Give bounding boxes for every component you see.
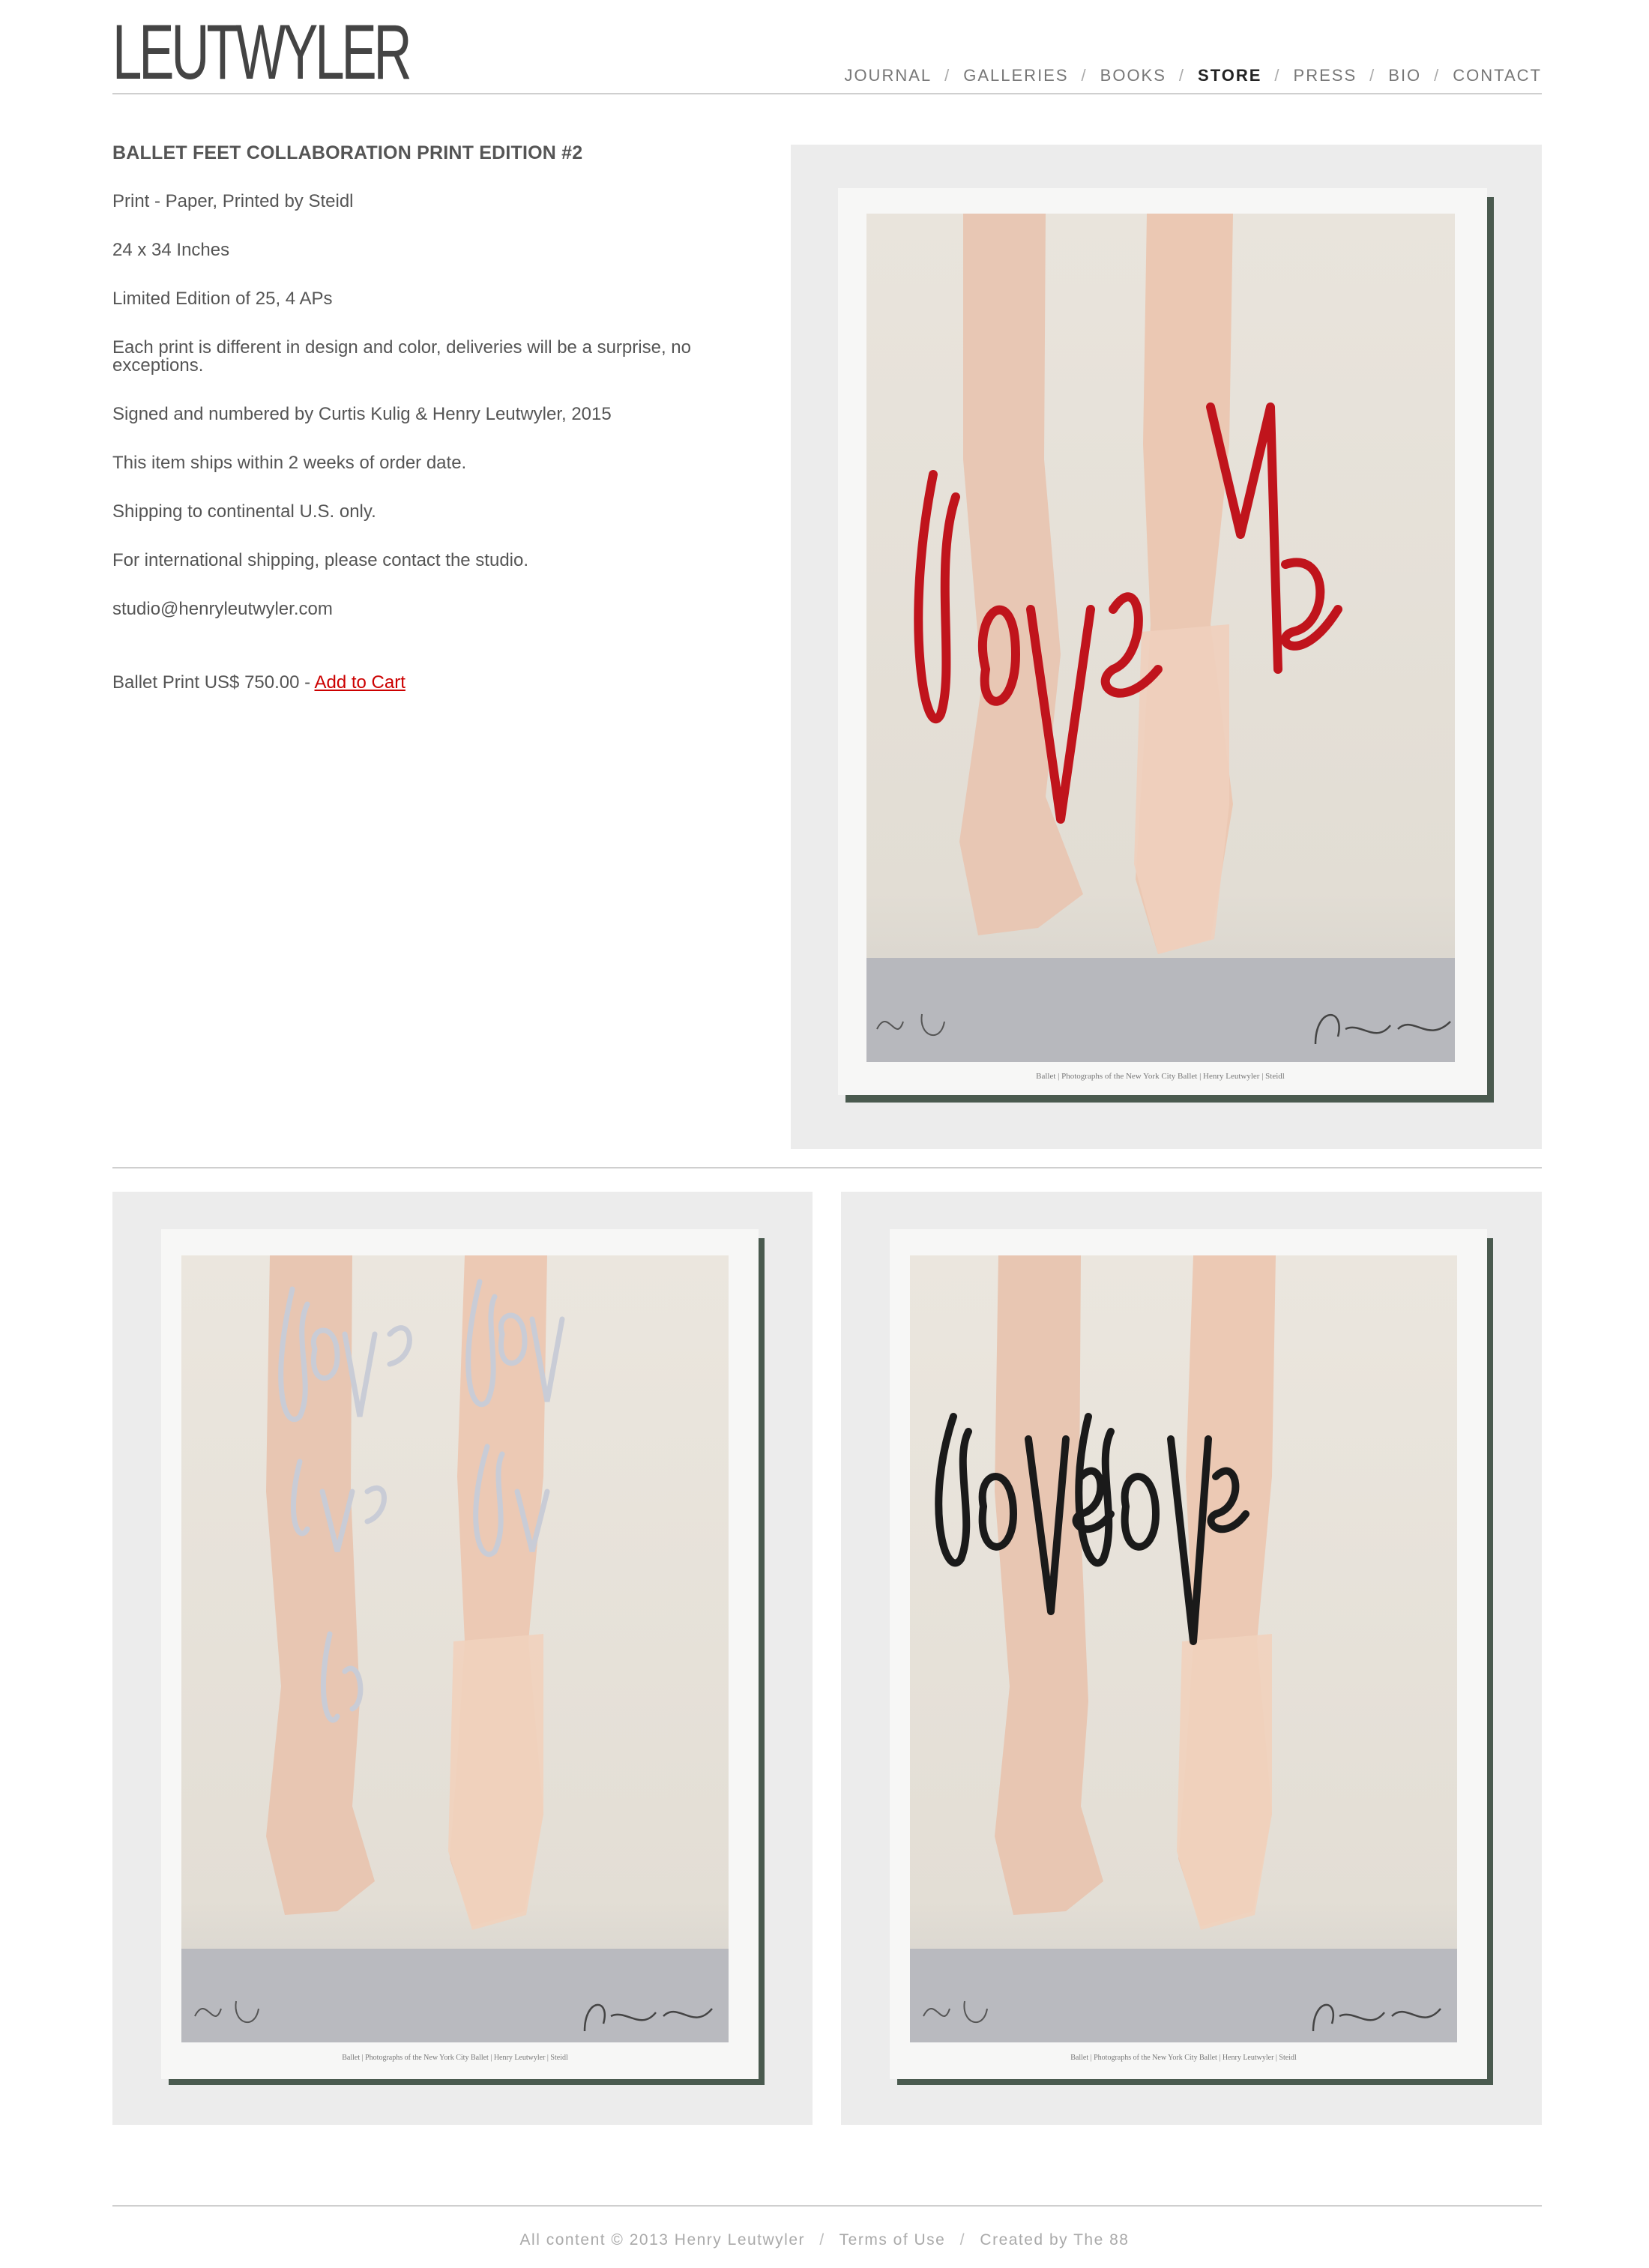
studio-email[interactable]: studio@henryleutwyler.com [112, 600, 772, 618]
print-caption: Ballet | Photographs of the New York Cit… [1070, 2054, 1297, 2062]
footer-separator: / [819, 2231, 825, 2249]
nav-contact[interactable]: CONTACT [1453, 66, 1542, 85]
product-detail: Limited Edition of 25, 4 APs [112, 289, 333, 309]
product-info: BALLET FEET COLLABORATION PRINT EDITION … [112, 142, 772, 693]
nav-separator: / [1369, 66, 1376, 85]
nav-press[interactable]: PRESS [1294, 66, 1357, 85]
price-line: Ballet Print US$ 750.00 - Add to Cart [112, 672, 772, 693]
header-divider [112, 93, 1542, 94]
product-detail: 24 x 34 Inches [112, 240, 230, 260]
site-footer: All content © 2013 Henry Leutwyler / Ter… [0, 2231, 1649, 2249]
ballet-print-black-image[interactable]: Ballet | Photographs of the New York Cit… [841, 1192, 1542, 2125]
product-detail: Shipping to continental U.S. only. [112, 501, 376, 522]
main-nav: JOURNAL / GALLERIES / BOOKS / STORE / PR… [844, 66, 1542, 85]
section-divider [112, 1167, 1542, 1168]
product-detail: This item ships within 2 weeks of order … [112, 453, 467, 473]
nav-separator: / [1274, 66, 1281, 85]
nav-separator: / [944, 66, 951, 85]
product-detail: Signed and numbered by Curtis Kulig & He… [112, 404, 612, 424]
product-title: BALLET FEET COLLABORATION PRINT EDITION … [112, 142, 583, 163]
product-detail: For international shipping, please conta… [112, 550, 529, 570]
footer-copyright: All content © 2013 Henry Leutwyler [519, 2231, 806, 2249]
product-detail: Print - Paper, Printed by Steidl [112, 191, 354, 211]
nav-separator: / [1178, 66, 1186, 85]
footer-divider [112, 2205, 1542, 2207]
nav-journal[interactable]: JOURNAL [844, 66, 932, 85]
nav-galleries[interactable]: GALLERIES [963, 66, 1068, 85]
site-logo[interactable]: LEUTWYLER [112, 13, 412, 91]
nav-store[interactable]: STORE [1198, 66, 1261, 85]
print-caption: Ballet | Photographs of the New York Cit… [1036, 1072, 1285, 1081]
nav-books[interactable]: BOOKS [1100, 66, 1166, 85]
footer-terms-link[interactable]: Terms of Use [839, 2231, 946, 2249]
price-text: Ballet Print US$ 750.00 - [112, 672, 315, 693]
product-detail: Each print is different in design and co… [112, 337, 691, 376]
add-to-cart-link[interactable]: Add to Cart [314, 672, 405, 693]
footer-credit-link[interactable]: Created by The 88 [980, 2231, 1129, 2249]
ballet-print-red-image[interactable]: Ballet | Photographs of the New York Cit… [791, 145, 1542, 1149]
print-caption: Ballet | Photographs of the New York Cit… [342, 2054, 568, 2062]
nav-bio[interactable]: BIO [1388, 66, 1421, 85]
footer-separator: / [959, 2231, 966, 2249]
nav-separator: / [1434, 66, 1441, 85]
nav-separator: / [1081, 66, 1088, 85]
ballet-print-silver-image[interactable]: Ballet | Photographs of the New York Cit… [112, 1192, 813, 2125]
